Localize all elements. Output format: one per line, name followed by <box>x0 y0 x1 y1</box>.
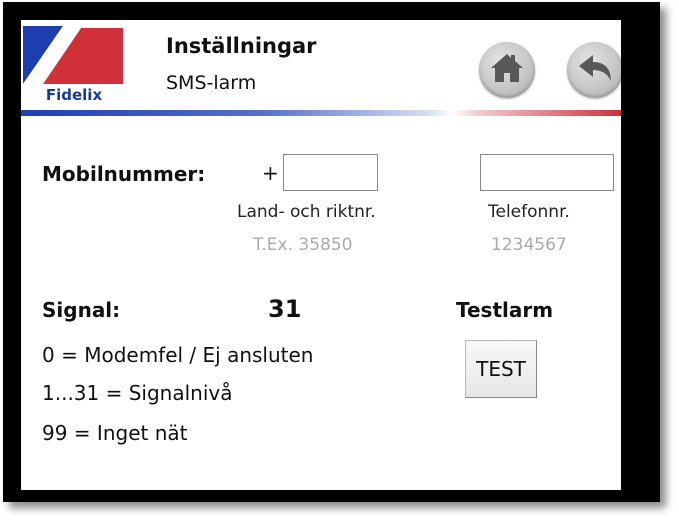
screen: Fidelix Inställningar SMS-larm Mobilnumm… <box>21 20 621 490</box>
phone-number-input[interactable] <box>480 154 614 191</box>
back-arrow-icon <box>577 53 613 87</box>
signal-legend-item: 99 = Inget nät <box>42 421 188 445</box>
testlarm-label: Testlarm <box>456 298 554 322</box>
home-button[interactable] <box>479 42 535 98</box>
home-icon <box>490 52 524 88</box>
phone-number-hint: 1234567 <box>491 235 567 255</box>
signal-legend-item: 1...31 = Signalnivå <box>42 381 233 405</box>
plus-sign: + <box>262 161 279 185</box>
test-button[interactable]: TEST <box>465 340 537 398</box>
header-divider <box>21 110 621 116</box>
mobile-number-label: Mobilnummer: <box>42 162 206 186</box>
signal-value: 31 <box>268 295 302 323</box>
country-code-input[interactable] <box>283 154 378 191</box>
country-code-hint: T.Ex. 35850 <box>253 235 353 255</box>
phone-number-label: Telefonnr. <box>488 202 570 222</box>
device-frame: Fidelix Inställningar SMS-larm Mobilnumm… <box>3 2 660 502</box>
signal-label: Signal: <box>42 298 121 322</box>
fidelix-logo: Fidelix <box>23 26 125 108</box>
country-code-label: Land- och riktnr. <box>237 202 376 222</box>
page-subtitle: SMS-larm <box>166 72 257 94</box>
page-title: Inställningar <box>166 34 317 58</box>
signal-legend-item: 0 = Modemfel / Ej ansluten <box>42 343 314 367</box>
back-button[interactable] <box>567 42 621 98</box>
logo-text: Fidelix <box>45 86 103 104</box>
